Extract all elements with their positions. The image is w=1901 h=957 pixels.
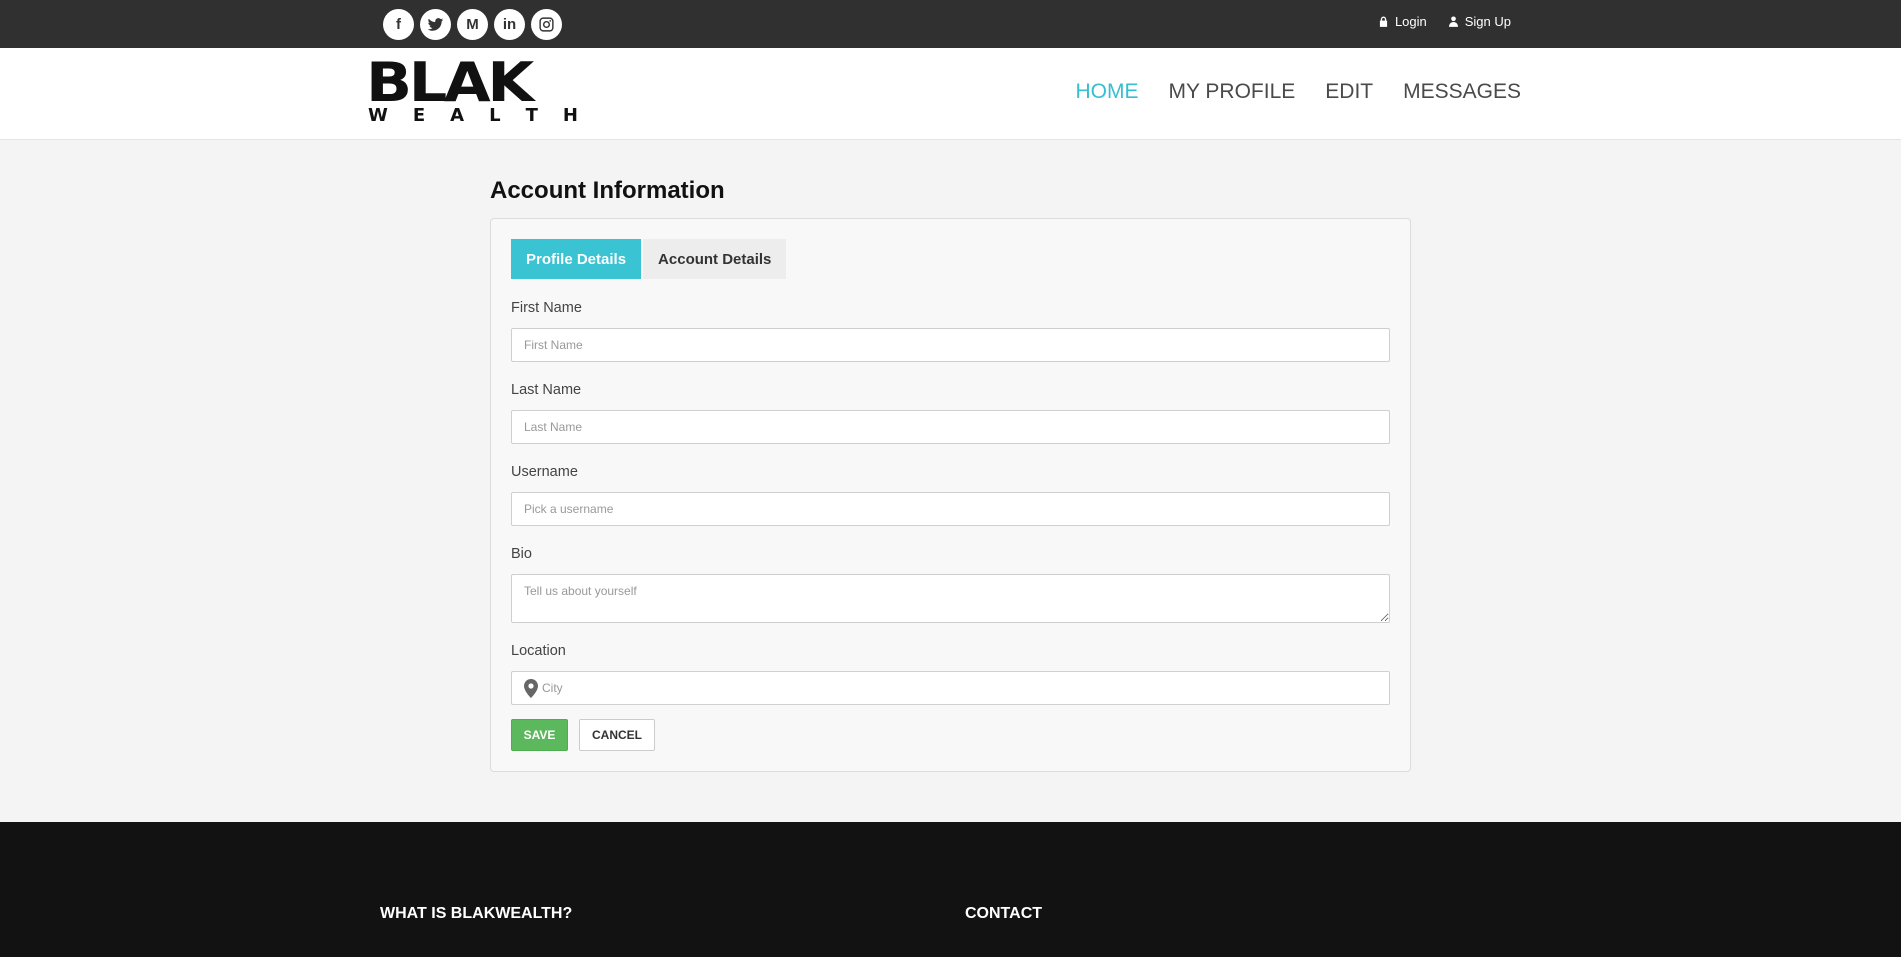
nav-edit[interactable]: EDIT	[1325, 80, 1373, 104]
page-title: Account Information	[490, 177, 725, 204]
nav-messages[interactable]: MESSAGES	[1403, 80, 1521, 104]
account-form-card: Profile Details Account Details First Na…	[490, 218, 1411, 772]
logo-letter: H	[562, 105, 578, 126]
logo-letter: E	[412, 105, 426, 126]
footer-contact-heading: CONTACT	[965, 905, 1043, 922]
last-name-input[interactable]	[511, 410, 1390, 444]
facebook-icon[interactable]: f	[383, 9, 414, 40]
first-name-label: First Name	[511, 300, 582, 316]
location-input[interactable]	[542, 672, 1382, 704]
form-tabs: Profile Details Account Details	[511, 239, 787, 279]
auth-links: Login Sign Up	[1379, 14, 1511, 29]
username-label: Username	[511, 464, 578, 480]
username-input[interactable]	[511, 492, 1390, 526]
location-field	[511, 671, 1390, 705]
signup-link[interactable]: Sign Up	[1448, 14, 1511, 29]
login-link[interactable]: Login	[1379, 14, 1427, 29]
facebook-glyph: f	[396, 16, 401, 33]
blakwealth-logo[interactable]: BLAK W E A L T H	[366, 56, 578, 127]
logo-wordmark: BLAK	[366, 51, 534, 114]
nav-my-profile[interactable]: MY PROFILE	[1168, 80, 1295, 104]
logo-subtitle: W E A L T H	[368, 105, 578, 126]
lock-icon	[1379, 16, 1388, 27]
nav-home[interactable]: HOME	[1075, 80, 1138, 104]
logo-letter: W	[368, 105, 388, 126]
tab-account-details[interactable]: Account Details	[643, 239, 787, 279]
twitter-icon[interactable]	[420, 9, 451, 40]
tab-profile-details[interactable]: Profile Details	[511, 239, 642, 279]
logo-letter: L	[489, 105, 501, 126]
logo-letter: A	[450, 105, 465, 126]
top-bar: f M in Login Sign Up	[0, 0, 1901, 48]
last-name-label: Last Name	[511, 382, 582, 398]
site-header: BLAK W E A L T H HOME MY PROFILE EDIT ME…	[0, 48, 1901, 140]
location-label: Location	[511, 643, 566, 659]
medium-glyph: M	[466, 16, 479, 33]
linkedin-icon[interactable]: in	[494, 9, 525, 40]
save-button[interactable]: SAVE	[511, 719, 568, 751]
login-label: Login	[1394, 14, 1427, 29]
site-footer: WHAT IS BLAKWEALTH? CONTACT	[0, 822, 1901, 957]
cancel-button[interactable]: CANCEL	[579, 719, 655, 751]
bio-label: Bio	[511, 546, 532, 562]
social-links: f M in	[383, 9, 562, 40]
medium-icon[interactable]: M	[457, 9, 488, 40]
signup-label: Sign Up	[1464, 14, 1511, 29]
instagram-icon[interactable]	[531, 9, 562, 40]
first-name-input[interactable]	[511, 328, 1390, 362]
map-pin-icon	[524, 679, 538, 698]
bio-textarea[interactable]	[511, 574, 1390, 623]
logo-letter: T	[525, 105, 538, 126]
user-icon	[1448, 16, 1458, 27]
main-nav: HOME MY PROFILE EDIT MESSAGES	[1075, 80, 1521, 104]
linkedin-glyph: in	[502, 16, 517, 33]
footer-about-heading: WHAT IS BLAKWEALTH?	[380, 905, 573, 922]
